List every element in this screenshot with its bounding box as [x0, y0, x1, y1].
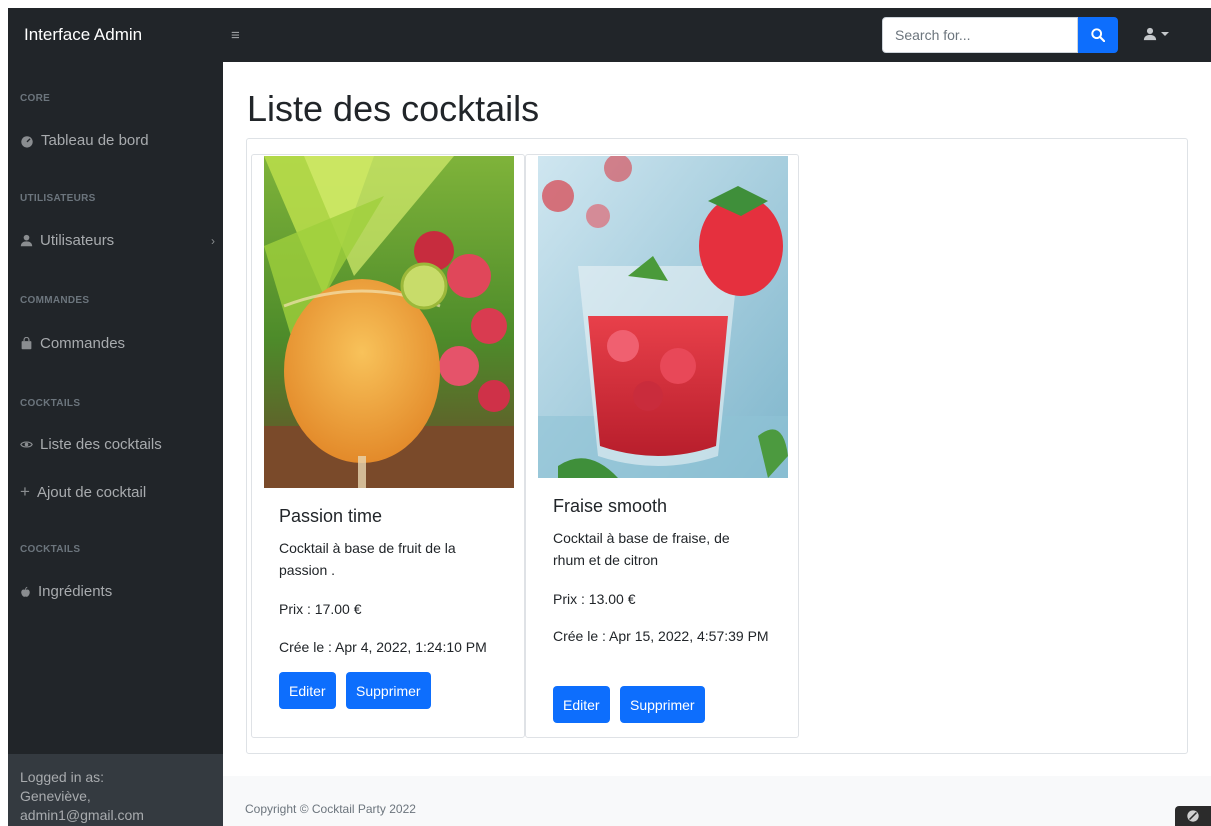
user-icon: [1143, 27, 1157, 41]
logged-in-label: Logged in as:: [20, 769, 105, 785]
sidebar-heading-orders: COMMANDES: [20, 295, 90, 306]
cocktail-created-date: Crée le : Apr 4, 2022, 1:24:10 PM: [279, 639, 487, 655]
sidebar-item-label: Ajout de cocktail: [36, 483, 147, 501]
user-icon: [20, 234, 33, 247]
cocktail-created-date: Crée le : Apr 15, 2022, 4:57:39 PM: [553, 628, 769, 644]
sidebar-item-add-cocktail[interactable]: + Ajout de cocktail: [20, 482, 215, 502]
sidebar-item-dashboard[interactable]: Tableau de bord: [20, 132, 215, 149]
sidebar-heading-core: CORE: [20, 93, 51, 104]
search-input[interactable]: [882, 17, 1078, 53]
sidebar-item-label: Commandes: [40, 335, 126, 352]
search-icon: [1091, 28, 1105, 42]
bars-icon: ≡: [231, 26, 240, 44]
delete-button[interactable]: Supprimer: [346, 672, 431, 709]
cocktail-card: Fraise smooth Cocktail à base de fraise,…: [525, 154, 799, 738]
edit-button[interactable]: Editer: [553, 686, 610, 723]
sidebar-item-label: Utilisateurs: [40, 232, 115, 249]
chevron-down-icon: [1161, 32, 1169, 36]
sidebar: CORE Tableau de bord UTILISATEURS Utilis…: [8, 62, 223, 826]
search-form: [882, 17, 1118, 53]
sidebar-item-label: Tableau de bord: [41, 132, 149, 149]
sidebar-item-users[interactable]: Utilisateurs ›: [20, 232, 215, 249]
tachometer-icon: [21, 135, 33, 148]
cocktail-card: Passion time Cocktail à base de fruit de…: [251, 154, 525, 738]
sidebar-item-ingredients[interactable]: Ingrédients: [20, 583, 215, 600]
cocktail-image: [538, 156, 788, 478]
sidebar-item-orders[interactable]: Commandes: [20, 335, 215, 352]
widget-icon: [1187, 810, 1199, 822]
sidebar-item-label: Liste des cocktails: [40, 436, 162, 453]
logged-in-email: admin1@gmail.com: [20, 807, 144, 823]
cocktail-image: [264, 156, 514, 488]
sidebar-item-label: Ingrédients: [38, 583, 113, 600]
chevron-right-icon: ›: [211, 233, 215, 248]
delete-button[interactable]: Supprimer: [620, 686, 705, 723]
cocktail-price: Prix : 13.00 €: [553, 591, 636, 607]
search-button[interactable]: [1078, 17, 1118, 53]
user-dropdown[interactable]: [1143, 27, 1169, 41]
eye-icon: [20, 441, 33, 448]
logged-in-user: Geneviève,: [20, 788, 91, 804]
copyright-text: Copyright © Cocktail Party 2022: [245, 802, 416, 816]
sidebar-heading-users: UTILISATEURS: [20, 193, 96, 204]
sidebar-toggle-button[interactable]: ≡: [231, 27, 240, 44]
plus-icon: +: [20, 482, 30, 501]
shopping-bag-icon: [21, 337, 32, 350]
cocktail-price: Prix : 17.00 €: [279, 601, 362, 617]
sidebar-heading-cocktails: COCKTAILS: [20, 398, 81, 409]
apple-icon: [21, 586, 30, 597]
page-title: Liste des cocktails: [247, 88, 540, 129]
corner-widget[interactable]: [1175, 806, 1211, 826]
cocktail-name: Passion time: [279, 506, 383, 526]
edit-button[interactable]: Editer: [279, 672, 336, 709]
cocktail-description: Cocktail à base de fraise, de rhum et de…: [553, 530, 730, 568]
sidebar-item-cocktail-list[interactable]: Liste des cocktails: [20, 436, 215, 453]
brand[interactable]: Interface Admin: [8, 25, 223, 45]
sidebar-heading-ingredients: COCKTAILS: [20, 544, 81, 555]
page-footer: Copyright © Cocktail Party 2022: [223, 776, 1211, 826]
cocktail-name: Fraise smooth: [553, 496, 668, 516]
sidebar-footer: Logged in as: Geneviève, admin1@gmail.co…: [8, 754, 223, 826]
cocktail-description: Cocktail à base de fruit de la passion .: [279, 540, 456, 578]
